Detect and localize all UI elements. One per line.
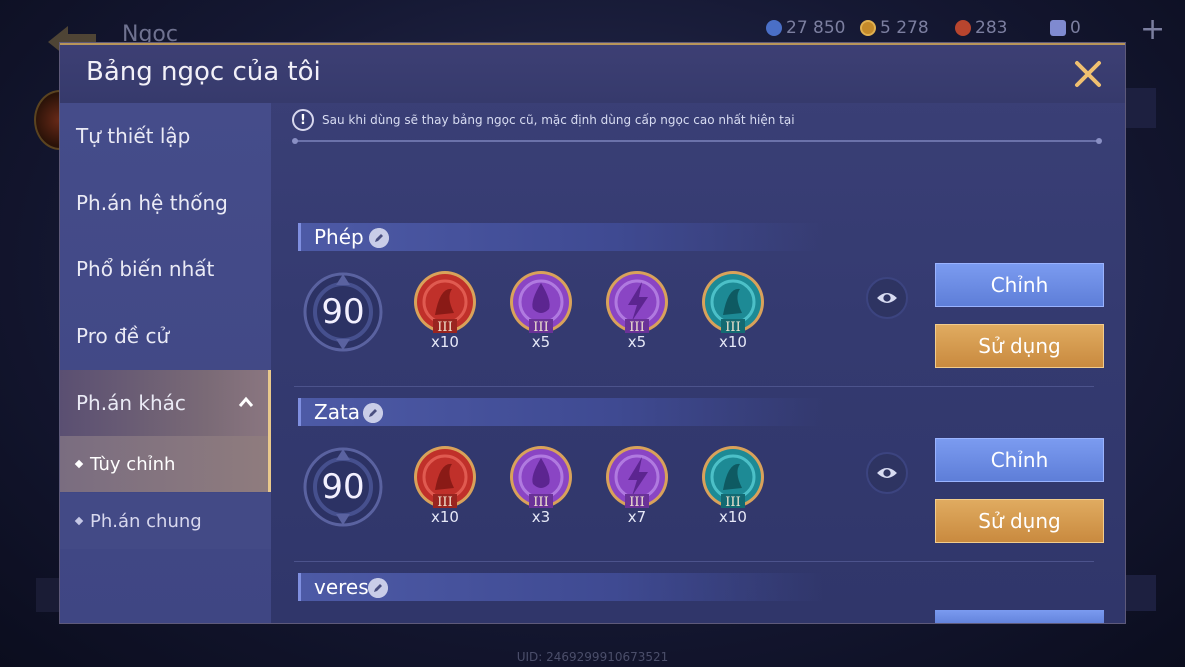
gem-slot[interactable]: III x3 <box>506 444 576 540</box>
gem-count: x10 <box>719 333 747 351</box>
player-uid: UID: 2469299910673521 <box>516 650 669 664</box>
gem-count: x10 <box>431 333 459 351</box>
sidebar-item-most-popular[interactable]: Phổ biến nhất <box>60 236 271 302</box>
rune-page-dialog: Bảng ngọc của tôi Tự thiết lập Ph.án hệ … <box>59 42 1126 624</box>
notice-bar: ! Sau khi dùng sẽ thay bảng ngọc cũ, mặc… <box>292 109 795 131</box>
gem-slot[interactable]: III x10 <box>698 444 768 540</box>
coin-gold-icon <box>860 20 876 36</box>
pencil-icon[interactable] <box>363 403 383 423</box>
purple-bolt-rune-icon: III <box>606 271 668 335</box>
sidebar-subitem-label: Tùy chỉnh <box>90 453 176 475</box>
gem-count: x7 <box>627 508 647 526</box>
notice-text: Sau khi dùng sẽ thay bảng ngọc cũ, mặc đ… <box>322 113 795 127</box>
eye-icon[interactable] <box>866 277 908 319</box>
bullet-icon <box>74 459 84 469</box>
rune-set-header: Phép <box>298 223 823 251</box>
gem-count: x10 <box>431 508 459 526</box>
pencil-icon[interactable] <box>369 228 389 248</box>
edit-button[interactable]: Chỉnh <box>935 263 1104 307</box>
use-button[interactable]: Sử dụng <box>935 499 1104 543</box>
edit-button[interactable]: Chỉnh <box>935 438 1104 482</box>
gem-count: x5 <box>627 333 647 351</box>
sidebar-subitem-common[interactable]: Ph.án chung <box>60 493 271 549</box>
add-currency-button[interactable]: + <box>1140 12 1165 47</box>
rune-set-name: veres <box>314 575 369 599</box>
rune-set-name: Phép <box>314 225 364 249</box>
pencil-icon[interactable] <box>368 578 388 598</box>
voucher-card-icon <box>1050 20 1066 36</box>
sidebar-item-other-plans[interactable]: Ph.án khác <box>60 370 271 436</box>
sidebar-item-label: Ph.án hệ thống <box>76 191 228 215</box>
gem-slot[interactable]: III x10 <box>410 269 480 365</box>
purple-drop-rune-icon: III <box>510 446 572 510</box>
teal-rune-icon: III <box>702 271 764 335</box>
purple-drop-rune-icon: III <box>510 271 572 335</box>
divider <box>292 138 1102 144</box>
red-rune-icon: III <box>414 271 476 335</box>
currency-gems: 27 850 <box>766 18 845 38</box>
sidebar-item-custom-setup[interactable]: Tự thiết lập <box>60 103 271 169</box>
currency-gold: 5 278 <box>860 18 929 38</box>
sidebar-item-pro-recommended[interactable]: Pro đề cử <box>60 303 271 369</box>
gem-slot[interactable]: III x10 <box>410 444 480 540</box>
sidebar-nav: Tự thiết lập Ph.án hệ thống Phổ biến nhấ… <box>60 103 271 623</box>
background-panel <box>1126 575 1156 611</box>
sidebar-item-label: Pro đề cử <box>76 324 170 348</box>
bullet-icon <box>74 516 84 526</box>
sidebar-subitem-label: Ph.án chung <box>90 510 202 532</box>
rune-level: 90 <box>321 467 365 507</box>
edit-button[interactable] <box>935 610 1104 623</box>
divider <box>294 386 1094 387</box>
teal-rune-icon: III <box>702 446 764 510</box>
divider <box>294 561 1094 562</box>
sidebar-subitem-custom[interactable]: Tùy chỉnh <box>60 436 271 492</box>
rune-set-header: veres <box>298 573 823 601</box>
sidebar-item-label: Ph.án khác <box>76 391 186 415</box>
gem-blue-icon <box>766 20 782 36</box>
eye-icon[interactable] <box>866 452 908 494</box>
gem-count: x10 <box>719 508 747 526</box>
rune-set-card: Zata 90 III x10 III x3 III x7 III x10 Ch… <box>294 398 1113 573</box>
purple-bolt-rune-icon: III <box>606 446 668 510</box>
gem-slot[interactable]: III x10 <box>698 269 768 365</box>
red-rune-icon: III <box>414 446 476 510</box>
background-panel <box>36 578 60 612</box>
rune-set-card: Phép 90 III x10 III x5 III x5 III x10 Ch… <box>294 223 1113 398</box>
dialog-title: Bảng ngọc của tôi <box>86 57 321 87</box>
currency-ruby: 283 <box>955 18 1007 38</box>
rune-level: 90 <box>321 292 365 332</box>
exclamation-icon: ! <box>292 109 314 131</box>
rune-set-name: Zata <box>314 400 361 424</box>
sidebar-item-label: Phổ biến nhất <box>76 257 215 281</box>
close-icon[interactable] <box>1073 59 1103 89</box>
sidebar-item-label: Tự thiết lập <box>76 124 191 148</box>
ruby-red-icon <box>955 20 971 36</box>
gem-count: x3 <box>531 508 551 526</box>
sidebar-item-system-plans[interactable]: Ph.án hệ thống <box>60 170 271 236</box>
rune-set-header: Zata <box>298 398 823 426</box>
background-panel <box>1126 88 1156 128</box>
chevron-up-icon <box>238 396 254 407</box>
use-button[interactable]: Sử dụng <box>935 324 1104 368</box>
gem-slot[interactable]: III x5 <box>506 269 576 365</box>
currency-voucher: 0 <box>1050 18 1081 38</box>
gem-slot[interactable]: III x7 <box>602 444 672 540</box>
dialog-header: Bảng ngọc của tôi <box>60 43 1125 103</box>
gem-count: x5 <box>531 333 551 351</box>
gem-slot[interactable]: III x5 <box>602 269 672 365</box>
